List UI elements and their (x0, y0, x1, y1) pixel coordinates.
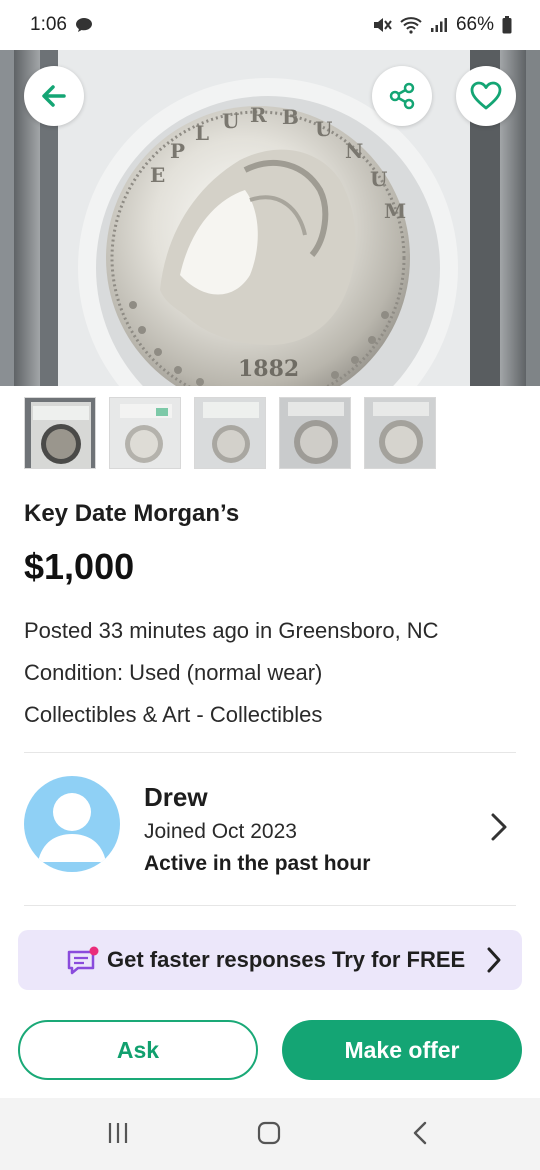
recents-icon[interactable] (106, 1120, 132, 1151)
home-icon[interactable] (256, 1120, 282, 1151)
seller-card[interactable]: Drew Joined Oct 2023 Active in the past … (24, 776, 516, 876)
make-offer-button[interactable]: Make offer (282, 1020, 522, 1080)
listing-main-photo[interactable]: EPLURBUNUM 1882 (0, 40, 540, 386)
status-bar: 1:06 66% (0, 0, 540, 50)
ask-button[interactable]: Ask (18, 1020, 258, 1080)
divider (24, 752, 516, 753)
back-icon[interactable] (410, 1120, 432, 1151)
favorite-button[interactable] (456, 66, 516, 126)
svg-text:M: M (384, 199, 406, 223)
promo-text: Get faster responses Try for FREE (107, 947, 466, 972)
divider (24, 905, 516, 906)
thumbnail-image (365, 398, 435, 468)
avatar (24, 776, 120, 872)
wifi-icon (400, 16, 422, 34)
battery-percent: 66% (455, 14, 494, 35)
thumbnail-2[interactable] (109, 397, 181, 469)
seller-activity: Active in the past hour (144, 852, 371, 875)
listing-title: Key Date Morgan’s (24, 500, 240, 527)
thumbnail-image (195, 398, 265, 468)
thumbnail-image (280, 398, 350, 468)
chevron-right-icon (490, 812, 508, 847)
thumbnail-1[interactable] (24, 397, 96, 469)
battery-icon (502, 16, 512, 34)
seller-joined: Joined Oct 2023 (144, 820, 297, 843)
mute-icon (372, 16, 392, 34)
chat-sparkle-icon (66, 946, 100, 981)
thumbnail-image (110, 398, 180, 468)
share-icon (389, 82, 415, 110)
listing-price: $1,000 (24, 546, 135, 587)
status-right: 66% (372, 14, 512, 36)
svg-text:N: N (345, 139, 363, 163)
signal-icon (430, 17, 448, 33)
share-button[interactable] (372, 66, 432, 126)
listing-category: Collectibles & Art - Collectibles (24, 702, 323, 727)
status-time: 1:06 (30, 14, 67, 35)
promo-banner[interactable]: Get faster responses Try for FREE (18, 930, 522, 990)
seller-name: Drew (144, 782, 208, 812)
svg-text:U: U (222, 109, 239, 133)
heart-icon (470, 81, 502, 110)
chevron-right-icon (486, 946, 502, 979)
svg-text:U: U (315, 117, 332, 141)
listing-page: 1:06 66% E P L U R B U N U M 1882 Key Da… (0, 0, 540, 1170)
thumbnail-image (25, 398, 95, 468)
message-notification-icon (75, 17, 93, 33)
svg-text:1882: 1882 (238, 356, 299, 382)
posted-location: Posted 33 minutes ago in Greensboro, NC (24, 618, 439, 643)
svg-text:P: P (170, 139, 185, 163)
thumbnail-3[interactable] (194, 397, 266, 469)
thumbnail-strip (24, 397, 436, 469)
thumbnail-4[interactable] (279, 397, 351, 469)
svg-text:B: B (282, 105, 299, 129)
back-arrow-icon (42, 85, 66, 107)
thumbnail-5[interactable] (364, 397, 436, 469)
system-nav-bar (0, 1098, 540, 1170)
svg-text:U: U (370, 167, 387, 191)
back-button[interactable] (24, 66, 84, 126)
svg-text:R: R (250, 103, 267, 127)
default-avatar-icon (38, 793, 106, 862)
listing-condition: Condition: Used (normal wear) (24, 660, 323, 685)
svg-text:L: L (195, 121, 209, 145)
svg-text:E: E (150, 163, 165, 187)
status-left: 1:06 (30, 14, 93, 36)
